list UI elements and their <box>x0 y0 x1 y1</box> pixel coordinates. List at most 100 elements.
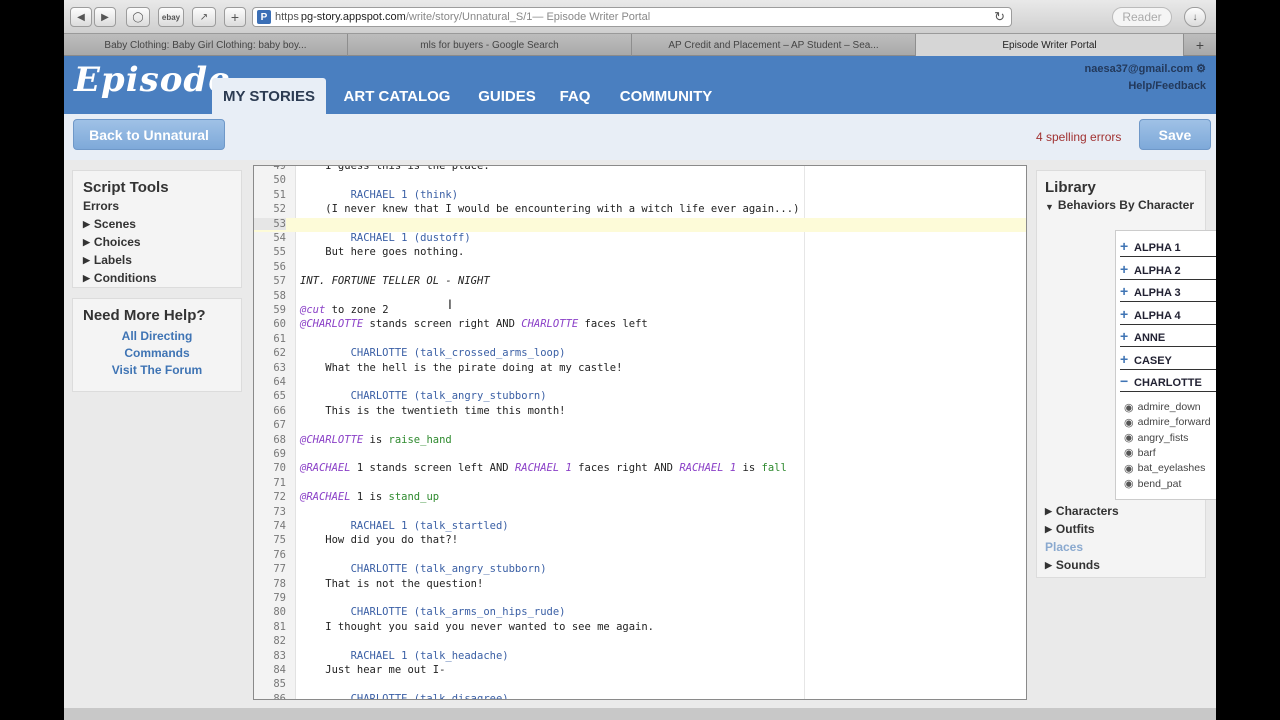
address-bar[interactable]: P https pg-story.appspot.com /write/stor… <box>252 7 1012 27</box>
editor-line[interactable]: 59 @cut to zone 2 <box>254 304 1026 318</box>
browser-tab-active[interactable]: Episode Writer Portal <box>916 34 1184 56</box>
new-tab-icon[interactable]: + <box>1184 34 1216 56</box>
choices-toggle[interactable]: ▶ Choices <box>83 235 231 249</box>
editor-line[interactable]: 58 <box>254 290 1026 304</box>
reader-button[interactable]: Reader <box>1112 7 1172 27</box>
library-character[interactable]: + CASEY <box>1120 351 1216 370</box>
behavior-item[interactable]: ◉ admire_forward <box>1124 416 1211 429</box>
nav-community[interactable]: COMMUNITY <box>610 78 722 114</box>
editor-line[interactable]: 55 But here goes nothing. <box>254 246 1026 260</box>
editor-line[interactable]: 73 <box>254 506 1026 520</box>
back-arrow-icon[interactable]: ◀ <box>70 7 92 27</box>
library-character[interactable]: + ALPHA 1 <box>1120 238 1216 257</box>
nav-faq[interactable]: FAQ <box>554 78 596 114</box>
conditions-toggle[interactable]: ▶ Conditions <box>83 271 231 285</box>
scenes-toggle[interactable]: ▶ Scenes <box>83 217 231 231</box>
editor-line[interactable]: 52 (I never knew that I would be encount… <box>254 203 1026 217</box>
all-directing-link[interactable]: All Directing <box>83 329 231 343</box>
editor-line[interactable]: 56 <box>254 261 1026 275</box>
gear-icon[interactable]: ⚙ <box>1196 63 1206 75</box>
behavior-item[interactable]: ◉ angry_fists <box>1124 431 1188 445</box>
editor-line[interactable]: 69 <box>254 448 1026 462</box>
sounds-toggle[interactable]: ▶ Sounds <box>1045 558 1100 572</box>
browser-tab[interactable]: Baby Clothing: Baby Girl Clothing: baby … <box>64 34 348 56</box>
history-icon[interactable]: ◯ <box>126 7 150 27</box>
eye-icon[interactable]: ◉ <box>1124 477 1134 490</box>
behaviors-toggle[interactable]: ▼ Behaviors By Character <box>1045 199 1197 214</box>
browser-tab[interactable]: AP Credit and Placement – AP Student – S… <box>632 34 916 56</box>
eye-icon[interactable]: ◉ <box>1124 401 1134 414</box>
nav-art-catalog[interactable]: ART CATALOG <box>334 78 460 114</box>
forward-arrow-icon[interactable]: ▶ <box>94 7 116 27</box>
nav-guides[interactable]: GUIDES <box>472 78 542 114</box>
editor-line[interactable]: 72 @RACHAEL 1 is stand_up <box>254 491 1026 505</box>
reload-icon[interactable]: ↻ <box>994 9 1005 25</box>
editor-line[interactable]: 83 RACHAEL 1 (talk_headache) <box>254 650 1026 664</box>
library-character[interactable]: − CHARLOTTE <box>1120 373 1216 392</box>
editor-line[interactable]: 63 What the hell is the pirate doing at … <box>254 362 1026 376</box>
editor-line[interactable]: 81 I thought you said you never wanted t… <box>254 621 1026 635</box>
nav-my-stories[interactable]: MY STORIES <box>212 78 326 114</box>
library-character[interactable]: + ALPHA 3 <box>1120 283 1216 302</box>
editor-line[interactable]: 66 This is the twentieth time this month… <box>254 405 1026 419</box>
user-email[interactable]: naesa37@gmail.com ⚙ <box>1085 62 1207 75</box>
editor-line[interactable]: 85 <box>254 678 1026 692</box>
eye-icon[interactable]: ◉ <box>1124 462 1134 475</box>
editor-line[interactable]: 77 CHARLOTTE (talk_angry_stubborn) <box>254 563 1026 577</box>
ebay-bookmark[interactable]: ebay <box>158 7 184 27</box>
episode-logo[interactable]: Episode <box>74 60 231 100</box>
visit-forum-link[interactable]: Visit The Forum <box>83 363 231 377</box>
editor-line[interactable]: 80 CHARLOTTE (talk_arms_on_hips_rude) <box>254 606 1026 620</box>
eye-icon[interactable]: ◉ <box>1124 431 1134 444</box>
characters-toggle[interactable]: ▶ Characters <box>1045 504 1119 518</box>
editor-line[interactable]: 79 <box>254 592 1026 606</box>
downloads-icon[interactable]: ↓ <box>1184 7 1206 27</box>
editor-line[interactable]: 61 <box>254 333 1026 347</box>
editor-line[interactable]: 78 That is not the question! <box>254 578 1026 592</box>
editor-line[interactable]: 49 I guess this is the place. <box>254 166 1026 174</box>
outfits-toggle[interactable]: ▶ Outfits <box>1045 522 1095 536</box>
browser-tab[interactable]: mls for buyers - Google Search <box>348 34 632 56</box>
behavior-label: barf <box>1137 446 1156 459</box>
library-character[interactable]: + ALPHA 4 <box>1120 306 1216 325</box>
editor-line[interactable]: 60 @CHARLOTTE stands screen right AND CHA… <box>254 318 1026 332</box>
editor-line[interactable]: 84 Just hear me out I- <box>254 664 1026 678</box>
help-feedback-link[interactable]: Help/Feedback <box>1128 80 1206 92</box>
editor-line[interactable]: 50 <box>254 174 1026 188</box>
library-character[interactable]: + ANNE <box>1120 328 1216 347</box>
back-to-story-button[interactable]: Back to Unnatural <box>73 119 225 150</box>
errors-link[interactable]: Errors <box>83 199 231 213</box>
script-editor[interactable]: 49 I guess this is the place. 50 51 RACHAE… <box>253 165 1027 700</box>
editor-line[interactable]: 86 CHARLOTTE (talk_disagree) <box>254 693 1026 699</box>
behavior-item[interactable]: ◉ bend_pat <box>1124 477 1181 491</box>
behavior-item[interactable]: ◉ admire_down <box>1124 401 1201 414</box>
behavior-item[interactable]: ◉ barf <box>1124 446 1156 460</box>
editor-line[interactable]: 75 How did you do that?! <box>254 534 1026 548</box>
editor-line[interactable]: 53 <box>254 217 1026 232</box>
editor-line[interactable]: 64 <box>254 376 1026 390</box>
editor-line[interactable]: 68 @CHARLOTTE is raise_hand <box>254 434 1026 448</box>
editor-line[interactable]: 71 <box>254 477 1026 491</box>
library-character[interactable]: + ALPHA 2 <box>1120 261 1216 280</box>
share-icon[interactable]: ↗ <box>192 7 216 27</box>
behavior-item[interactable]: ◉ bat_eyelashes <box>1124 462 1205 475</box>
eye-icon[interactable]: ◉ <box>1124 416 1134 429</box>
editor-line[interactable]: 76 <box>254 549 1026 563</box>
line-text: CHARLOTTE (talk_arms_on_hips_rude) <box>300 606 566 619</box>
editor-line[interactable]: 74 RACHAEL 1 (talk_startled) <box>254 520 1026 534</box>
editor-line[interactable]: 70 @RACHAEL 1 stands screen left AND RACH… <box>254 462 1026 476</box>
editor-line[interactable]: 62 CHARLOTTE (talk_crossed_arms_loop) <box>254 347 1026 361</box>
editor-line[interactable]: 67 <box>254 419 1026 433</box>
editor-line[interactable]: 57 INT. FORTUNE TELLER OL - NIGHT <box>254 275 1026 289</box>
add-tab-icon[interactable]: + <box>224 7 246 27</box>
editor-line[interactable]: 65 CHARLOTTE (talk_angry_stubborn) <box>254 390 1026 404</box>
commands-link[interactable]: Commands <box>83 346 231 360</box>
editor-line[interactable]: 51 RACHAEL 1 (think) <box>254 189 1026 203</box>
spelling-errors-link[interactable]: 4 spelling errors <box>1036 130 1121 144</box>
editor-line[interactable]: 82 <box>254 635 1026 649</box>
save-button[interactable]: Save <box>1139 119 1211 150</box>
places-link[interactable]: Places <box>1045 540 1083 554</box>
eye-icon[interactable]: ◉ <box>1124 446 1134 459</box>
labels-toggle[interactable]: ▶ Labels <box>83 253 231 267</box>
editor-line[interactable]: 54 RACHAEL 1 (dustoff) <box>254 232 1026 246</box>
